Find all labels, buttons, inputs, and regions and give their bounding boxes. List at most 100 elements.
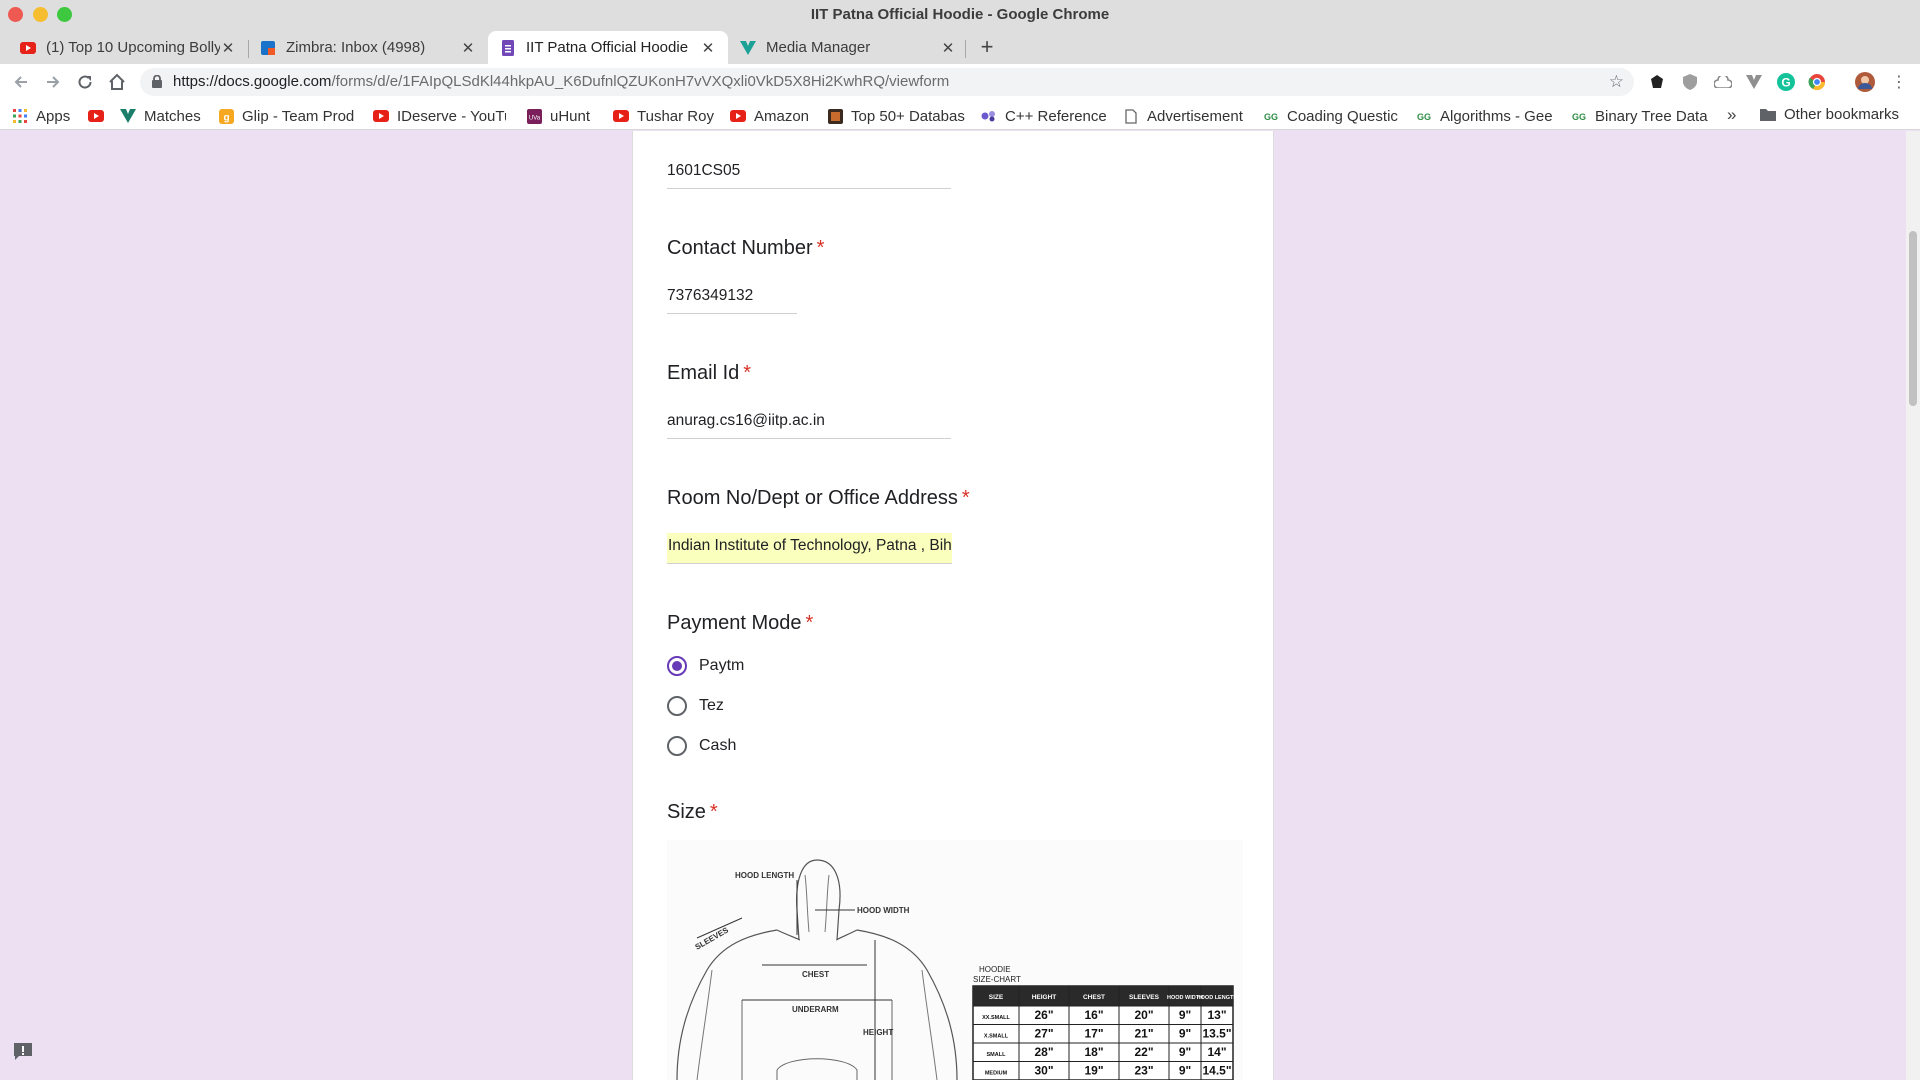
more-bookmarks-chevron-icon[interactable]: » bbox=[1727, 105, 1736, 125]
shield-extension-icon[interactable] bbox=[1681, 73, 1699, 91]
bookmark-uhunt[interactable]: UVa uHunt bbox=[526, 106, 590, 126]
forward-arrow-icon[interactable] bbox=[41, 70, 65, 94]
cloud-extension-icon[interactable] bbox=[1714, 73, 1732, 91]
back-arrow-icon[interactable] bbox=[9, 70, 33, 94]
bookmark-advertisement[interactable]: Advertisement bbox=[1123, 106, 1243, 126]
size-question: Size * bbox=[667, 801, 718, 824]
email-input[interactable]: anurag.cs16@iitp.ac.in bbox=[667, 412, 951, 439]
diagram-label: HEIGHT bbox=[863, 1028, 893, 1037]
payment-option-paytm[interactable]: Paytm bbox=[667, 656, 744, 676]
svg-text:g: g bbox=[223, 112, 229, 123]
tab-title: Media Manager bbox=[766, 39, 871, 56]
bookmark-label: Glip - Team Prod bbox=[242, 107, 355, 125]
chrome-menu-icon[interactable]: ⋮ bbox=[1890, 73, 1908, 91]
grammarly-icon[interactable]: G bbox=[1777, 73, 1795, 91]
svg-text:GG: GG bbox=[1264, 112, 1278, 121]
chrome-extension-icon[interactable] bbox=[1808, 73, 1826, 91]
page-icon bbox=[1123, 108, 1139, 124]
radio-button[interactable] bbox=[667, 736, 687, 756]
bookmark-glip[interactable]: g Glip - Team Prod bbox=[218, 106, 358, 126]
tab-iit-patna-hoodie[interactable]: IIT Patna Official Hoodie ✕ bbox=[488, 31, 728, 64]
bookmark-amazon[interactable]: Amazon bbox=[730, 106, 809, 126]
lock-icon bbox=[152, 74, 162, 93]
roll-number-answer[interactable]: 1601CS05 bbox=[667, 162, 951, 189]
size-chart-cell: 26" bbox=[1034, 1008, 1053, 1022]
diagram-label: CHEST bbox=[802, 970, 829, 979]
tab-zimbra[interactable]: Zimbra: Inbox (4998) ✕ bbox=[248, 31, 488, 64]
tab-title: IIT Patna Official Hoodie bbox=[526, 39, 689, 56]
bookmark-algorithms-geeks[interactable]: GG Algorithms - Gee bbox=[1416, 106, 1552, 126]
geeksforgeeks-icon: GG bbox=[1263, 108, 1279, 124]
bookmark-label: IDeserve - YouTu bbox=[397, 107, 506, 125]
close-tab-icon[interactable]: ✕ bbox=[940, 39, 956, 57]
extension-icon[interactable] bbox=[1648, 73, 1666, 91]
size-chart-cell: 9" bbox=[1179, 1027, 1191, 1041]
radio-button[interactable] bbox=[667, 696, 687, 716]
radio-button-checked[interactable] bbox=[667, 656, 687, 676]
size-chart-cell: 27" bbox=[1034, 1027, 1053, 1041]
payment-option-cash[interactable]: Cash bbox=[667, 736, 736, 756]
bookmark-cpp-reference[interactable]: C++ Reference bbox=[981, 106, 1107, 126]
report-feedback-icon[interactable] bbox=[12, 1041, 34, 1061]
size-chart-header: SLEEVES bbox=[1129, 994, 1160, 1001]
page-scrollbar[interactable] bbox=[1906, 131, 1920, 1080]
size-chart-cell: 23" bbox=[1134, 1064, 1153, 1078]
address-question: Room No/Dept or Office Address * bbox=[667, 487, 970, 510]
google-forms-icon bbox=[500, 39, 516, 56]
tab-title: Zimbra: Inbox (4998) bbox=[286, 39, 426, 56]
tab-media-manager[interactable]: Media Manager ✕ bbox=[728, 31, 968, 64]
youtube-icon bbox=[730, 108, 746, 124]
other-bookmarks-label: Other bookmarks bbox=[1784, 106, 1900, 123]
window-title: IIT Patna Official Hoodie - Google Chrom… bbox=[810, 6, 1110, 23]
payment-option-tez[interactable]: Tez bbox=[667, 696, 724, 716]
reload-icon[interactable] bbox=[73, 70, 97, 94]
bookmark-star-icon[interactable]: ☆ bbox=[1609, 72, 1624, 92]
size-chart-cell: 30" bbox=[1034, 1064, 1053, 1078]
size-chart-image: HOOD LENGTH HOOD WIDTH SLEEVES CHEST UND… bbox=[667, 840, 1243, 1080]
new-tab-button[interactable]: + bbox=[975, 36, 999, 60]
bookmark-youtube[interactable] bbox=[88, 106, 112, 126]
bookmark-ideserve[interactable]: IDeserve - YouTu bbox=[373, 106, 506, 126]
youtube-icon bbox=[613, 108, 629, 124]
youtube-icon bbox=[373, 108, 389, 124]
close-tab-icon[interactable]: ✕ bbox=[220, 39, 236, 57]
tab-youtube[interactable]: (1) Top 10 Upcoming Bolly ✕ bbox=[8, 31, 248, 64]
close-tab-icon[interactable]: ✕ bbox=[460, 39, 476, 57]
vue-extension-icon[interactable] bbox=[1745, 73, 1763, 91]
size-chart-cell: 21" bbox=[1134, 1027, 1153, 1041]
address-input[interactable]: Indian Institute of Technology, Patna , … bbox=[667, 533, 952, 564]
size-chart-size-name: XX.SMALL bbox=[982, 1015, 1010, 1021]
avatar[interactable] bbox=[1855, 72, 1875, 92]
size-chart-title: HOODIE bbox=[979, 965, 1011, 974]
browser-toolbar: https://docs.google.com/forms/d/e/1FAIpQ… bbox=[0, 64, 1920, 100]
bookmark-coading-questions[interactable]: GG Coading Questic bbox=[1263, 106, 1401, 126]
bookmark-tushar-roy[interactable]: Tushar Roy bbox=[613, 106, 714, 126]
required-asterisk: * bbox=[709, 801, 718, 823]
close-tab-icon[interactable]: ✕ bbox=[700, 39, 716, 57]
svg-text:G: G bbox=[1781, 76, 1790, 90]
diagram-label: UNDERARM bbox=[792, 1005, 839, 1014]
bookmark-top-50-database[interactable]: Top 50+ Databas bbox=[827, 106, 965, 126]
scrollbar-thumb[interactable] bbox=[1909, 231, 1917, 406]
size-chart-size-name: SMALL bbox=[987, 1052, 1007, 1058]
bookmark-label: Top 50+ Databas bbox=[851, 107, 965, 125]
size-chart-cell: 14" bbox=[1207, 1045, 1226, 1059]
bookmark-label: Algorithms - Gee bbox=[1440, 107, 1552, 125]
size-chart-cell: 13.5" bbox=[1202, 1027, 1231, 1041]
size-chart-header: HEIGHT bbox=[1032, 994, 1057, 1001]
url-text: https://docs.google.com/forms/d/e/1FAIpQ… bbox=[173, 73, 949, 90]
bookmark-matches[interactable]: Matches bbox=[120, 106, 201, 126]
tab-strip: (1) Top 10 Upcoming Bolly ✕ Zimbra: Inbo… bbox=[0, 28, 1920, 64]
url-host: https://docs.google.com bbox=[173, 73, 332, 90]
size-chart-cell: 20" bbox=[1134, 1008, 1153, 1022]
other-bookmarks-folder[interactable]: Other bookmarks bbox=[1760, 106, 1899, 123]
bookmark-label: Tushar Roy bbox=[637, 107, 714, 125]
address-bar[interactable]: https://docs.google.com/forms/d/e/1FAIpQ… bbox=[140, 68, 1634, 96]
size-chart-graphic: HOOD LENGTH HOOD WIDTH SLEEVES CHEST UND… bbox=[676, 859, 1237, 1080]
contact-number-input[interactable]: 7376349132 bbox=[667, 287, 797, 314]
page-content: 1601CS05 Contact Number * 7376349132 Emai… bbox=[0, 131, 1920, 1080]
home-icon[interactable] bbox=[105, 70, 129, 94]
bookmark-apps[interactable]: Apps bbox=[12, 106, 70, 126]
bookmark-binary-tree[interactable]: GG Binary Tree Data bbox=[1571, 106, 1709, 126]
glip-icon: g bbox=[218, 108, 234, 124]
